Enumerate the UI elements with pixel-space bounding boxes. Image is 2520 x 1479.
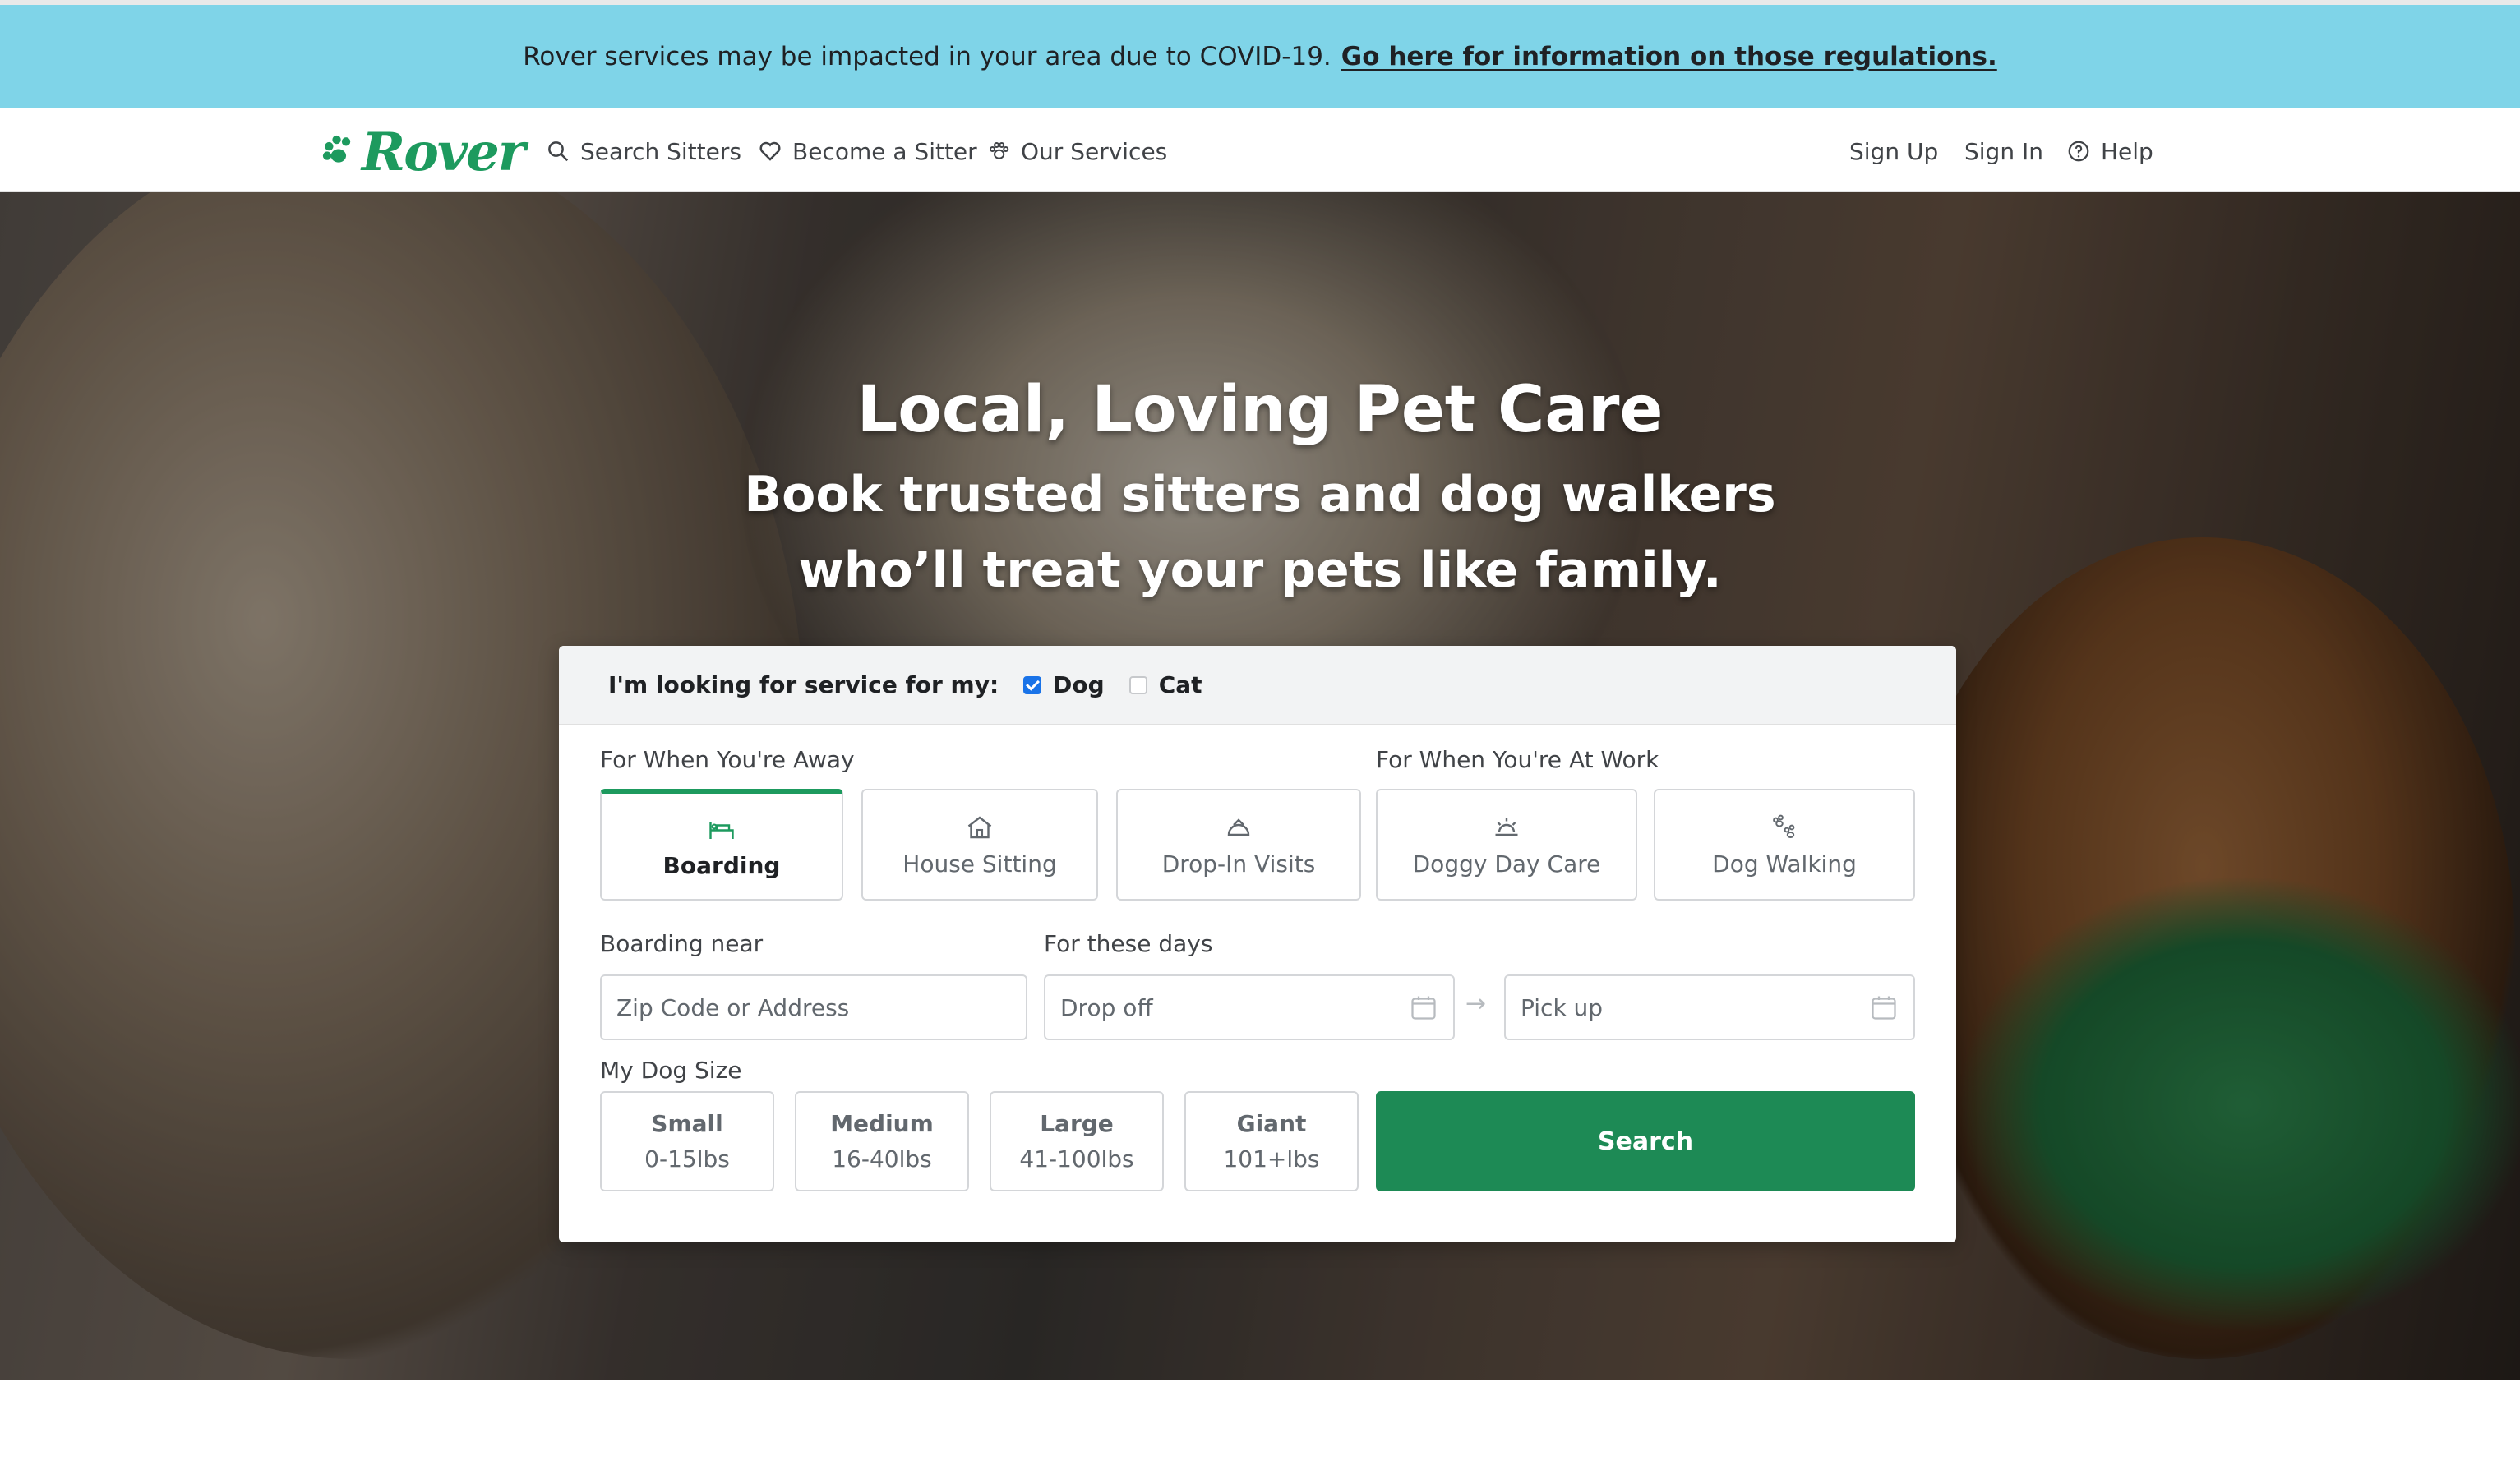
- service-boarding-label: Boarding: [662, 851, 781, 879]
- covid-banner-text: Rover services may be impacted in your a…: [523, 42, 1332, 71]
- service-walking[interactable]: Dog Walking: [1654, 789, 1915, 901]
- nav-our-services-label: Our Services: [1021, 137, 1168, 165]
- hero-title: Local, Loving Pet Care: [856, 373, 1664, 447]
- pet-question: I'm looking for service for my:: [608, 671, 999, 698]
- service-day-care-label: Doggy Day Care: [1412, 850, 1601, 878]
- service-boarding[interactable]: Boarding: [600, 789, 843, 901]
- drop-off-field[interactable]: [1044, 974, 1455, 1040]
- size-medium-weight: 16-40lbs: [832, 1145, 932, 1173]
- heart-icon: [759, 141, 781, 161]
- hero-subtitle-line1: Book trusted sitters and dog walkers: [744, 466, 1776, 523]
- search-card: I'm looking for service for my: Dog Cat …: [559, 646, 1956, 1242]
- calendar-icon[interactable]: [1869, 993, 1899, 1022]
- service-house-sitting-label: House Sitting: [902, 850, 1057, 878]
- service-drop-in-label: Drop-In Visits: [1161, 850, 1316, 878]
- size-large[interactable]: Large 41-100lbs: [990, 1091, 1164, 1191]
- nav-become-sitter[interactable]: Become a Sitter: [758, 133, 977, 169]
- address-input[interactable]: [616, 993, 1011, 1021]
- nav-become-sitter-label: Become a Sitter: [792, 137, 977, 165]
- sign-up-label: Sign Up: [1849, 137, 1939, 165]
- help-label: Help: [2101, 137, 2153, 165]
- covid-regulations-link[interactable]: Go here for information on those regulat…: [1341, 42, 1997, 71]
- house-icon: [967, 815, 992, 838]
- pet-option-cat[interactable]: Cat: [1128, 671, 1202, 698]
- paw-prints-icon: [1773, 814, 1795, 838]
- sign-in-link[interactable]: Sign In: [1964, 133, 2043, 169]
- dog-checkbox[interactable]: [1023, 675, 1042, 694]
- size-small-name: Small: [651, 1110, 723, 1137]
- hero-section: Local, Loving Pet Care Book trusted sitt…: [0, 192, 2520, 1380]
- search-button[interactable]: Search: [1376, 1091, 1915, 1191]
- cat-label: Cat: [1158, 671, 1202, 698]
- boarding-icon: [709, 821, 734, 839]
- size-small-weight: 0-15lbs: [644, 1145, 730, 1173]
- size-large-name: Large: [1040, 1110, 1114, 1137]
- dog-label: Dog: [1053, 671, 1105, 698]
- size-giant[interactable]: Giant 101+lbs: [1184, 1091, 1359, 1191]
- help-link[interactable]: Help: [2066, 133, 2153, 169]
- cat-checkbox[interactable]: [1128, 675, 1147, 694]
- hero-subtitle: Book trusted sitters and dog walkers who…: [0, 457, 2520, 608]
- search-icon: [548, 141, 569, 162]
- help-icon: [2068, 141, 2089, 162]
- nav-search-sitters-label: Search Sitters: [580, 137, 741, 165]
- rover-logo[interactable]: Rover: [321, 121, 525, 183]
- near-label: Boarding near: [600, 930, 764, 957]
- pick-up-input[interactable]: [1521, 993, 1869, 1021]
- paw-icon: [322, 135, 351, 163]
- hero-subtitle-line2: who’ll treat your pets like family.: [798, 541, 1722, 599]
- size-small[interactable]: Small 0-15lbs: [600, 1091, 774, 1191]
- sun-icon: [1495, 817, 1518, 836]
- logo-text: Rover: [362, 121, 525, 183]
- service-drop-in[interactable]: Drop-In Visits: [1116, 789, 1361, 901]
- days-label: For these days: [1044, 930, 1213, 957]
- pet-option-dog[interactable]: Dog: [1023, 671, 1105, 698]
- size-giant-name: Giant: [1236, 1110, 1307, 1137]
- size-medium-name: Medium: [830, 1110, 934, 1137]
- pick-up-field[interactable]: [1504, 974, 1915, 1040]
- pet-type-bar: I'm looking for service for my: Dog Cat: [559, 646, 1956, 725]
- away-label: For When You're Away: [600, 746, 855, 773]
- size-giant-weight: 101+lbs: [1223, 1145, 1320, 1173]
- sign-up-link[interactable]: Sign Up: [1849, 133, 1938, 169]
- calendar-icon[interactable]: [1409, 993, 1438, 1022]
- covid-banner: Rover services may be impacted in your a…: [0, 0, 2520, 108]
- work-label: For When You're At Work: [1376, 746, 1659, 773]
- page-below-hero: [0, 1380, 2520, 1479]
- site-header: Rover Search Sitters Become a Sitter Our…: [0, 108, 2520, 192]
- address-field[interactable]: [600, 974, 1027, 1040]
- drop-off-input[interactable]: [1060, 993, 1409, 1021]
- drop-in-icon: [1227, 818, 1250, 836]
- nav-our-services[interactable]: Our Services: [986, 133, 1167, 169]
- service-walking-label: Dog Walking: [1712, 850, 1857, 878]
- date-range-arrow: →: [1465, 989, 1487, 1018]
- size-medium[interactable]: Medium 16-40lbs: [795, 1091, 969, 1191]
- sign-in-label: Sign In: [1964, 137, 2043, 165]
- service-house-sitting[interactable]: House Sitting: [861, 789, 1098, 901]
- paw-outline-icon: [990, 142, 1009, 159]
- nav-search-sitters[interactable]: Search Sitters: [546, 133, 741, 169]
- size-large-weight: 41-100lbs: [1019, 1145, 1134, 1173]
- service-day-care[interactable]: Doggy Day Care: [1376, 789, 1637, 901]
- size-label: My Dog Size: [600, 1057, 742, 1084]
